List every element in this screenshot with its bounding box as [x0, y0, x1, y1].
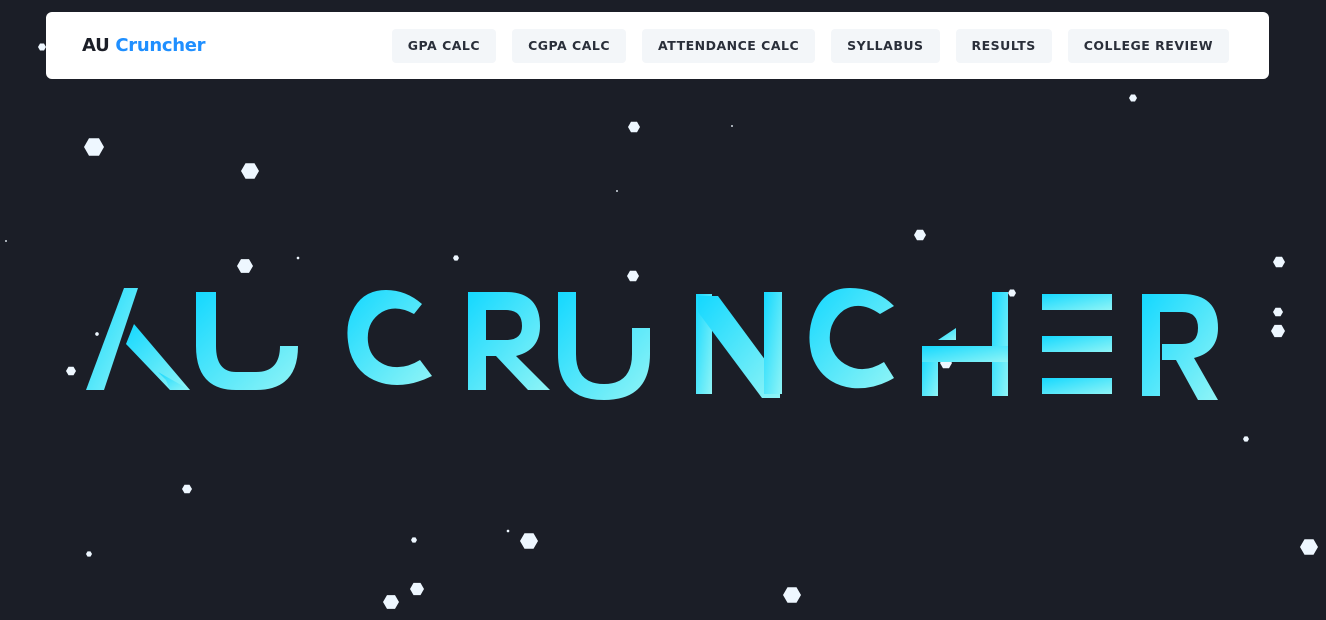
nav-attendance-calc[interactable]: ATTENDANCE CALC [642, 28, 816, 63]
hexagon-particle-icon [410, 582, 424, 596]
hexagon-particle-icon [1129, 94, 1137, 102]
brand-logo[interactable]: AU Cruncher [82, 35, 206, 56]
brand-accent: Cruncher [115, 35, 206, 56]
logo-letter-e [1042, 294, 1112, 394]
hexagon-particle-icon [520, 533, 538, 549]
hexagon-particle-icon [237, 259, 253, 273]
logo-letter-n [696, 292, 782, 398]
hexagon-particle-icon [38, 43, 46, 51]
hexagon-particle-icon [411, 537, 417, 543]
hexagon-particle-icon [84, 138, 104, 156]
hexagon-particle-icon [1243, 436, 1249, 442]
logo-letter-r [468, 292, 550, 390]
hexagon-particle-icon [731, 125, 733, 127]
logo-letter-c2 [809, 288, 894, 389]
hero-section: AU Cruncher GPA CALC CGPA CALC ATTENDANC… [0, 0, 1326, 620]
hexagon-particle-icon [1271, 324, 1285, 338]
logo-letter-c [347, 290, 432, 385]
hexagon-particle-icon [453, 255, 459, 261]
logo-letter-h [922, 292, 1008, 396]
nav-syllabus[interactable]: SYLLABUS [831, 28, 940, 63]
hexagon-particle-icon [383, 595, 399, 609]
hexagon-particle-icon [296, 256, 300, 260]
nav-college-review[interactable]: COLLEGE REVIEW [1067, 28, 1229, 63]
logo-letter-a [86, 288, 190, 390]
nav-results[interactable]: RESULTS [955, 28, 1052, 63]
brand-prefix: AU [82, 35, 110, 56]
logo-letter-r2 [1142, 294, 1218, 400]
hexagon-particle-icon [182, 484, 192, 494]
nav-cgpa-calc[interactable]: CGPA CALC [512, 28, 627, 63]
hexagon-particle-icon [241, 163, 259, 179]
logo-letter-u2 [558, 292, 650, 400]
nav-gpa-calc[interactable]: GPA CALC [391, 28, 497, 63]
hexagon-particle-icon [914, 229, 926, 241]
hexagon-particle-icon [628, 121, 640, 133]
hexagon-particle-icon [66, 366, 76, 376]
nav-links: GPA CALC CGPA CALC ATTENDANCE CALC SYLLA… [391, 28, 1229, 63]
hero-logotype [86, 288, 1218, 400]
logo-letter-u [196, 292, 298, 390]
hexagon-particle-icon [1273, 307, 1283, 317]
top-navbar: AU Cruncher GPA CALC CGPA CALC ATTENDANC… [46, 12, 1269, 79]
hexagon-particle-icon [1273, 256, 1285, 268]
hexagon-particle-icon [1300, 539, 1318, 555]
hexagon-particle-icon [616, 190, 618, 192]
hexagon-particle-icon [783, 587, 801, 603]
hexagon-particle-icon [627, 270, 639, 282]
hexagon-particle-icon [86, 551, 92, 557]
hexagon-particle-icon [5, 240, 7, 242]
hexagon-particle-icon [506, 529, 510, 533]
